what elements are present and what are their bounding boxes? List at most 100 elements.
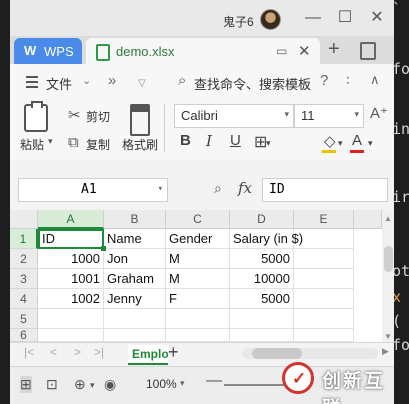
- cell-b4[interactable]: Jenny: [104, 289, 166, 309]
- cell-c2[interactable]: M: [166, 249, 230, 269]
- cell-a5[interactable]: [38, 309, 104, 329]
- row-header-2[interactable]: 2: [10, 249, 38, 269]
- cell-e1[interactable]: [294, 229, 354, 249]
- cut-button[interactable]: 剪切: [86, 108, 110, 125]
- scissors-icon[interactable]: ✂: [68, 106, 81, 124]
- monitor-icon[interactable]: ▭: [276, 44, 287, 58]
- cell-d3[interactable]: 10000: [230, 269, 294, 289]
- more-menus-icon[interactable]: »: [108, 72, 116, 89]
- cell-b3[interactable]: Graham: [104, 269, 166, 289]
- paste-icon[interactable]: [24, 101, 48, 132]
- tab-document[interactable]: demo.xlsx ▭ ✕: [86, 38, 320, 64]
- chevron-down-icon[interactable]: ▾: [368, 138, 373, 149]
- column-header-b[interactable]: B: [104, 210, 166, 229]
- cell-d2[interactable]: 5000: [230, 249, 294, 269]
- user-name[interactable]: 鬼子6: [223, 13, 254, 30]
- cell-a1[interactable]: ID: [38, 229, 104, 249]
- first-sheet-icon[interactable]: |<: [24, 345, 34, 359]
- cell-a6[interactable]: [38, 329, 104, 342]
- cell-c6[interactable]: [166, 329, 230, 342]
- chevron-down-icon[interactable]: ▾: [90, 380, 95, 391]
- font-color-icon[interactable]: A: [352, 132, 362, 149]
- cell-b5[interactable]: [104, 309, 166, 329]
- scroll-right-icon[interactable]: ▶: [382, 346, 389, 357]
- row-header-6[interactable]: 6: [10, 329, 38, 342]
- cell-b2[interactable]: Jon: [104, 249, 166, 269]
- scroll-down-icon[interactable]: ▼: [384, 332, 392, 341]
- avatar[interactable]: [260, 9, 281, 30]
- chevron-down-icon[interactable]: ▾: [338, 138, 343, 149]
- cell-e4[interactable]: [294, 289, 354, 309]
- page-layout-icon[interactable]: ⊡: [46, 376, 58, 393]
- chevron-down-icon[interactable]: ▾: [266, 138, 271, 149]
- cell-e2[interactable]: [294, 249, 354, 269]
- eye-protection-icon[interactable]: ◉: [104, 376, 116, 393]
- font-size-select[interactable]: 11 ▾: [294, 104, 364, 128]
- row-header-4[interactable]: 4: [10, 289, 38, 309]
- cell-a3[interactable]: 1001: [38, 269, 104, 289]
- normal-view-icon[interactable]: ⊞: [20, 376, 32, 393]
- cell-e5[interactable]: [294, 309, 354, 329]
- italic-button[interactable]: I: [206, 132, 212, 150]
- add-sheet-button[interactable]: +: [168, 342, 179, 363]
- cell-b1[interactable]: Name: [104, 229, 166, 249]
- close-tab-icon[interactable]: ✕: [298, 42, 311, 60]
- formula-input[interactable]: ID: [262, 178, 388, 202]
- cell-e3[interactable]: [294, 269, 354, 289]
- cell-c3[interactable]: M: [166, 269, 230, 289]
- more-options-icon[interactable]: ∶: [346, 72, 350, 89]
- cell-c1[interactable]: Gender: [166, 229, 230, 249]
- cell-a2[interactable]: 1000: [38, 249, 104, 269]
- cell-c5[interactable]: [166, 309, 230, 329]
- column-header-d[interactable]: D: [230, 210, 294, 229]
- cell-c4[interactable]: F: [166, 289, 230, 309]
- name-box[interactable]: A1 ▾: [18, 178, 168, 202]
- tab-wps-home[interactable]: W WPS: [14, 38, 82, 64]
- next-sheet-icon[interactable]: >: [74, 345, 81, 359]
- increase-font-icon[interactable]: A⁺: [370, 104, 388, 122]
- row-header-5[interactable]: 5: [10, 309, 38, 329]
- font-name-select[interactable]: Calibri ▾: [174, 104, 294, 128]
- fill-color-icon[interactable]: ◇: [324, 132, 336, 150]
- row-header-1[interactable]: 1: [10, 229, 38, 249]
- column-header-f[interactable]: [354, 210, 382, 229]
- zoom-icon[interactable]: ⌕: [214, 180, 222, 197]
- cell-d5[interactable]: [230, 309, 294, 329]
- help-icon[interactable]: ?: [320, 72, 328, 89]
- page-break-icon[interactable]: ⊕: [74, 376, 86, 393]
- hamburger-icon[interactable]: [26, 76, 38, 91]
- zoom-level[interactable]: 100%: [146, 377, 177, 391]
- column-header-c[interactable]: C: [166, 210, 230, 229]
- zoom-out-button[interactable]: —: [206, 372, 222, 390]
- underline-button[interactable]: U: [230, 132, 241, 149]
- cell-d1[interactable]: Salary (in $): [230, 229, 303, 249]
- tab-panel-icon[interactable]: [360, 42, 376, 60]
- new-tab-button[interactable]: +: [328, 38, 340, 61]
- chevron-down-icon[interactable]: ⌄: [82, 74, 91, 87]
- cell-e6[interactable]: [294, 329, 354, 342]
- cell-d4[interactable]: 5000: [230, 289, 294, 309]
- column-header-a[interactable]: A: [38, 210, 104, 229]
- cell-a4[interactable]: 1002: [38, 289, 104, 309]
- close-window-button[interactable]: ✕: [366, 8, 388, 28]
- copy-button[interactable]: 复制: [86, 136, 110, 153]
- sheet-tab-employees[interactable]: Employees: [128, 345, 168, 365]
- bold-button[interactable]: B: [180, 132, 191, 149]
- last-sheet-icon[interactable]: >|: [94, 345, 104, 359]
- paste-button[interactable]: 粘贴: [20, 136, 44, 153]
- prev-sheet-icon[interactable]: <: [50, 345, 57, 359]
- horizontal-scroll-thumb[interactable]: [252, 348, 302, 359]
- scroll-up-icon[interactable]: ▲: [384, 214, 392, 223]
- command-search[interactable]: 查找命令、搜索模板: [194, 74, 311, 93]
- column-header-e[interactable]: E: [294, 210, 354, 229]
- maximize-button[interactable]: ☐: [334, 8, 356, 28]
- cell-b6[interactable]: [104, 329, 166, 342]
- paste-dropdown-icon[interactable]: ▾: [48, 136, 53, 147]
- search-icon[interactable]: ⌕: [178, 72, 186, 89]
- chevron-down-icon[interactable]: ▾: [180, 378, 185, 389]
- row-header-3[interactable]: 3: [10, 269, 38, 289]
- fill-handle[interactable]: [101, 246, 106, 251]
- format-painter-icon[interactable]: [130, 104, 150, 136]
- format-painter-button[interactable]: 格式刷: [122, 136, 158, 153]
- dropdown-icon[interactable]: ▽: [138, 78, 146, 89]
